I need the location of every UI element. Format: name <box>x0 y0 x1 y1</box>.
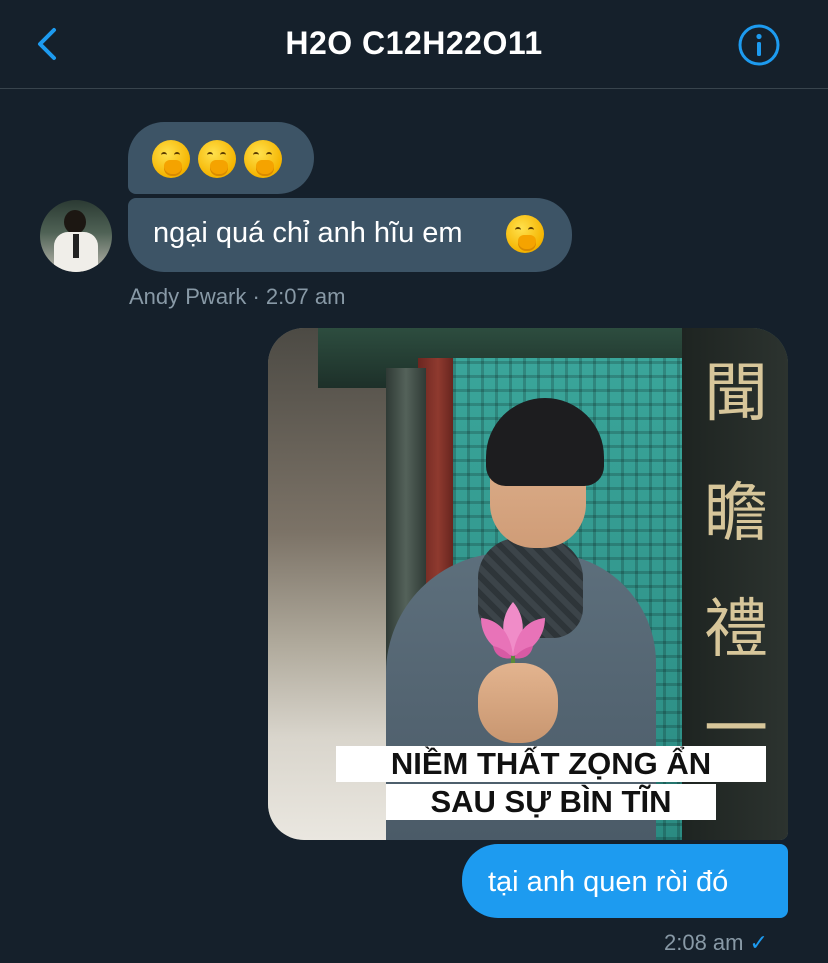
signboard-character: 聞 <box>704 357 768 431</box>
incoming-message-text: ngại quá chỉ anh hĩu em <box>153 217 463 249</box>
incoming-emoji-bubble[interactable] <box>128 122 314 194</box>
check-icon: ✓ <box>749 930 768 955</box>
caption-line-1: NIỀM THẤT ZỌNG ẨN <box>336 746 766 782</box>
emoji-row <box>152 140 282 178</box>
outgoing-text-bubble[interactable]: tại anh quen ròi đó <box>462 844 788 918</box>
face-with-hand-over-mouth-icon <box>198 140 236 178</box>
info-icon <box>738 24 780 66</box>
outgoing-image-message[interactable]: 聞 瞻 禮 一 NIỀM THẤT ZỌNG ẨN SAU SỰ BÌN TĨN <box>268 328 788 840</box>
signboard-character: 禮 <box>704 593 768 667</box>
outgoing-message-text: tại anh quen ròi đó <box>488 866 729 898</box>
conversation-title: H2O C12H22O11 <box>285 25 543 61</box>
sender-avatar[interactable] <box>40 200 112 272</box>
caption-line-2: SAU SỰ BÌN TĨN <box>386 784 716 820</box>
incoming-message-meta: Andy Pwark · 2:07 am <box>129 284 346 309</box>
conversation-header: H2O C12H22O11 <box>0 0 828 89</box>
outgoing-message-time: 2:08 am <box>664 930 744 955</box>
face-with-hand-over-mouth-icon <box>506 215 544 253</box>
lotus-icon <box>481 602 545 666</box>
outgoing-message-meta: 2:08 am ✓ <box>664 930 768 956</box>
incoming-text-bubble[interactable]: ngại quá chỉ anh hĩu em <box>128 198 572 272</box>
face-with-hand-over-mouth-icon <box>244 140 282 178</box>
info-button[interactable] <box>737 23 781 67</box>
face-with-hand-over-mouth-icon <box>152 140 190 178</box>
signboard-character: 瞻 <box>704 477 768 551</box>
